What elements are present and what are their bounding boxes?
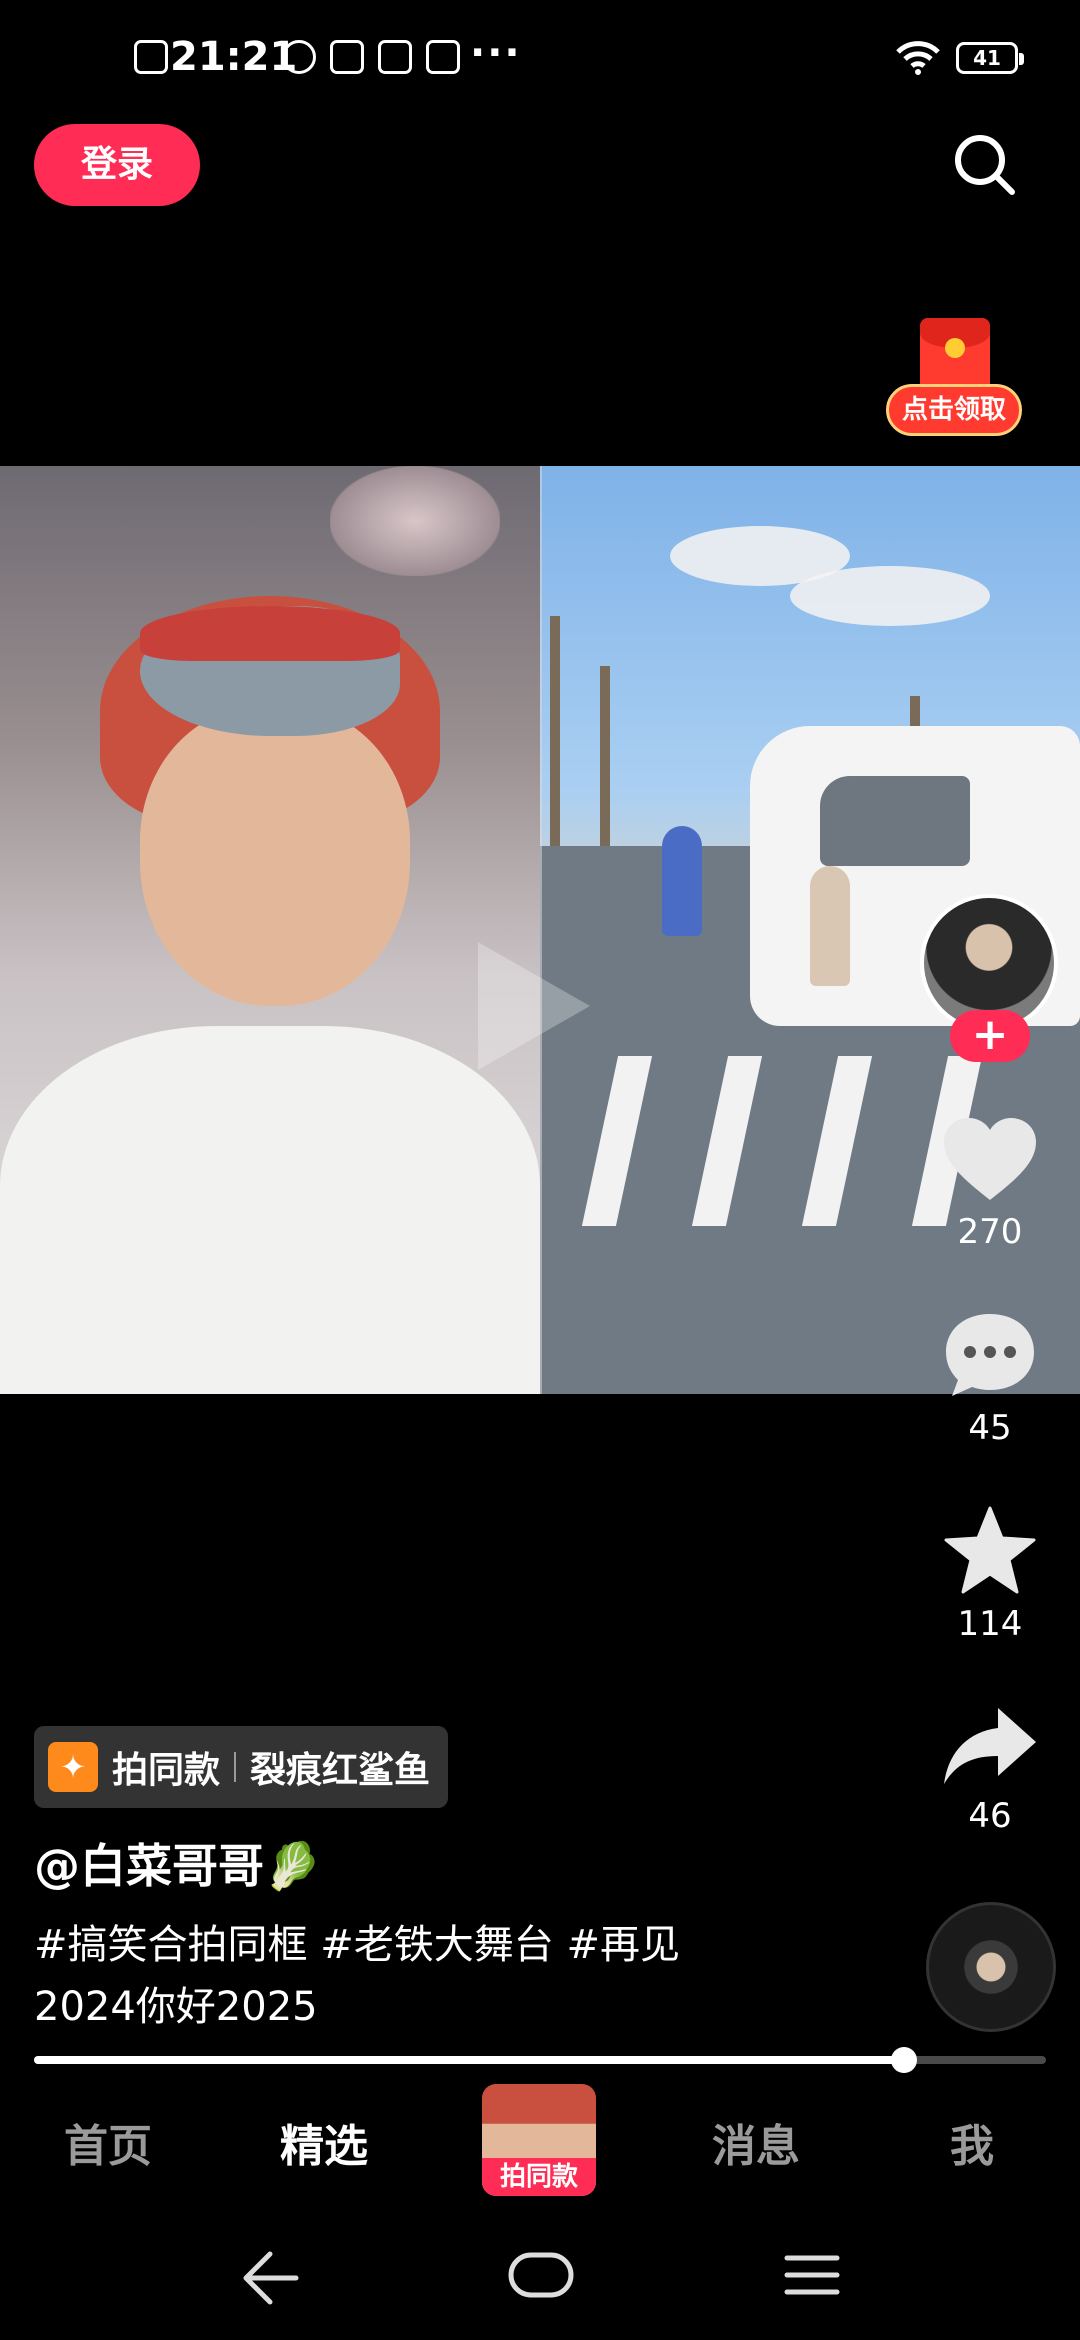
progress-bar[interactable]	[34, 2047, 1046, 2073]
tab-me[interactable]: 我	[902, 2110, 1042, 2174]
wifi-icon	[896, 41, 940, 75]
duet-divider	[540, 466, 542, 1394]
battery-icon: 41	[956, 42, 1024, 74]
like-button[interactable]: 270	[930, 1116, 1050, 1252]
same-style-label: 拍同款	[112, 1750, 221, 1791]
author-name[interactable]: @白菜哥哥🥬	[34, 1830, 321, 1896]
follow-button[interactable]: +	[950, 1010, 1030, 1062]
menu-icon[interactable]	[784, 2250, 840, 2300]
comment-button[interactable]: 45	[930, 1312, 1050, 1448]
palm-tree	[600, 666, 610, 856]
red-packet-promo[interactable]: 点击领取	[886, 318, 1022, 438]
share-button[interactable]: 46	[930, 1706, 1050, 1836]
video-left-pane[interactable]	[0, 466, 540, 1394]
favorite-button[interactable]: 114	[930, 1506, 1050, 1644]
video-icon	[426, 40, 460, 74]
tab-featured[interactable]: 精选	[254, 2110, 394, 2174]
tab-same-style-label: 拍同款	[482, 2158, 596, 2196]
tab-home[interactable]: 首页	[38, 2110, 178, 2174]
progress-fill	[34, 2056, 905, 2064]
status-bar: 21:21 ··· 41	[0, 0, 1080, 120]
music-disc-icon[interactable]	[926, 1902, 1056, 2032]
cyclist	[662, 826, 702, 936]
palm-tree	[550, 616, 560, 856]
comment-count: 45	[968, 1408, 1012, 1448]
sparkle-icon: ✦	[48, 1742, 98, 1792]
person-shirt	[0, 1026, 540, 1394]
share-icon	[944, 1708, 1036, 1784]
caption-line-2: 2024你好2025	[34, 1984, 318, 2030]
effect-name: 裂痕红鲨鱼	[250, 1750, 431, 1791]
heart-icon	[944, 1118, 1036, 1200]
play-icon	[330, 40, 364, 74]
sim-icon	[134, 40, 168, 74]
overflow-dots: ···	[470, 30, 522, 76]
shark-effect	[140, 606, 400, 736]
play-icon-overlay[interactable]	[478, 942, 590, 1070]
app-icon	[282, 40, 316, 74]
tab-messages[interactable]: 消息	[686, 2110, 826, 2174]
red-packet-label: 点击领取	[886, 384, 1022, 436]
favorite-count: 114	[957, 1604, 1023, 1644]
login-button[interactable]: 登录	[34, 124, 200, 206]
tab-same-style[interactable]: 拍同款	[482, 2084, 596, 2196]
same-style-chip[interactable]: ✦ 拍同款 裂痕红鲨鱼	[34, 1726, 449, 1808]
back-icon[interactable]	[240, 2250, 300, 2306]
qq-icon	[378, 40, 412, 74]
search-button[interactable]	[948, 128, 1020, 200]
star-icon	[944, 1506, 1036, 1594]
home-icon[interactable]	[508, 2250, 574, 2300]
progress-knob[interactable]	[891, 2047, 918, 2073]
comment-icon	[946, 1314, 1034, 1396]
share-count: 46	[968, 1796, 1012, 1836]
search-icon	[955, 135, 1015, 195]
post-caption[interactable]: #搞笑合拍同框 #老铁大舞台 #再见 2024你好2025	[34, 1914, 854, 2038]
like-count: 270	[957, 1212, 1023, 1252]
person-face	[140, 706, 410, 1006]
caption-line-1: #搞笑合拍同框 #老铁大舞台 #再见	[34, 1922, 680, 1968]
divider	[234, 1752, 237, 1782]
cloud	[790, 566, 990, 626]
chandelier	[330, 466, 500, 576]
dancer	[810, 866, 850, 986]
status-time: 21:21	[170, 34, 298, 80]
